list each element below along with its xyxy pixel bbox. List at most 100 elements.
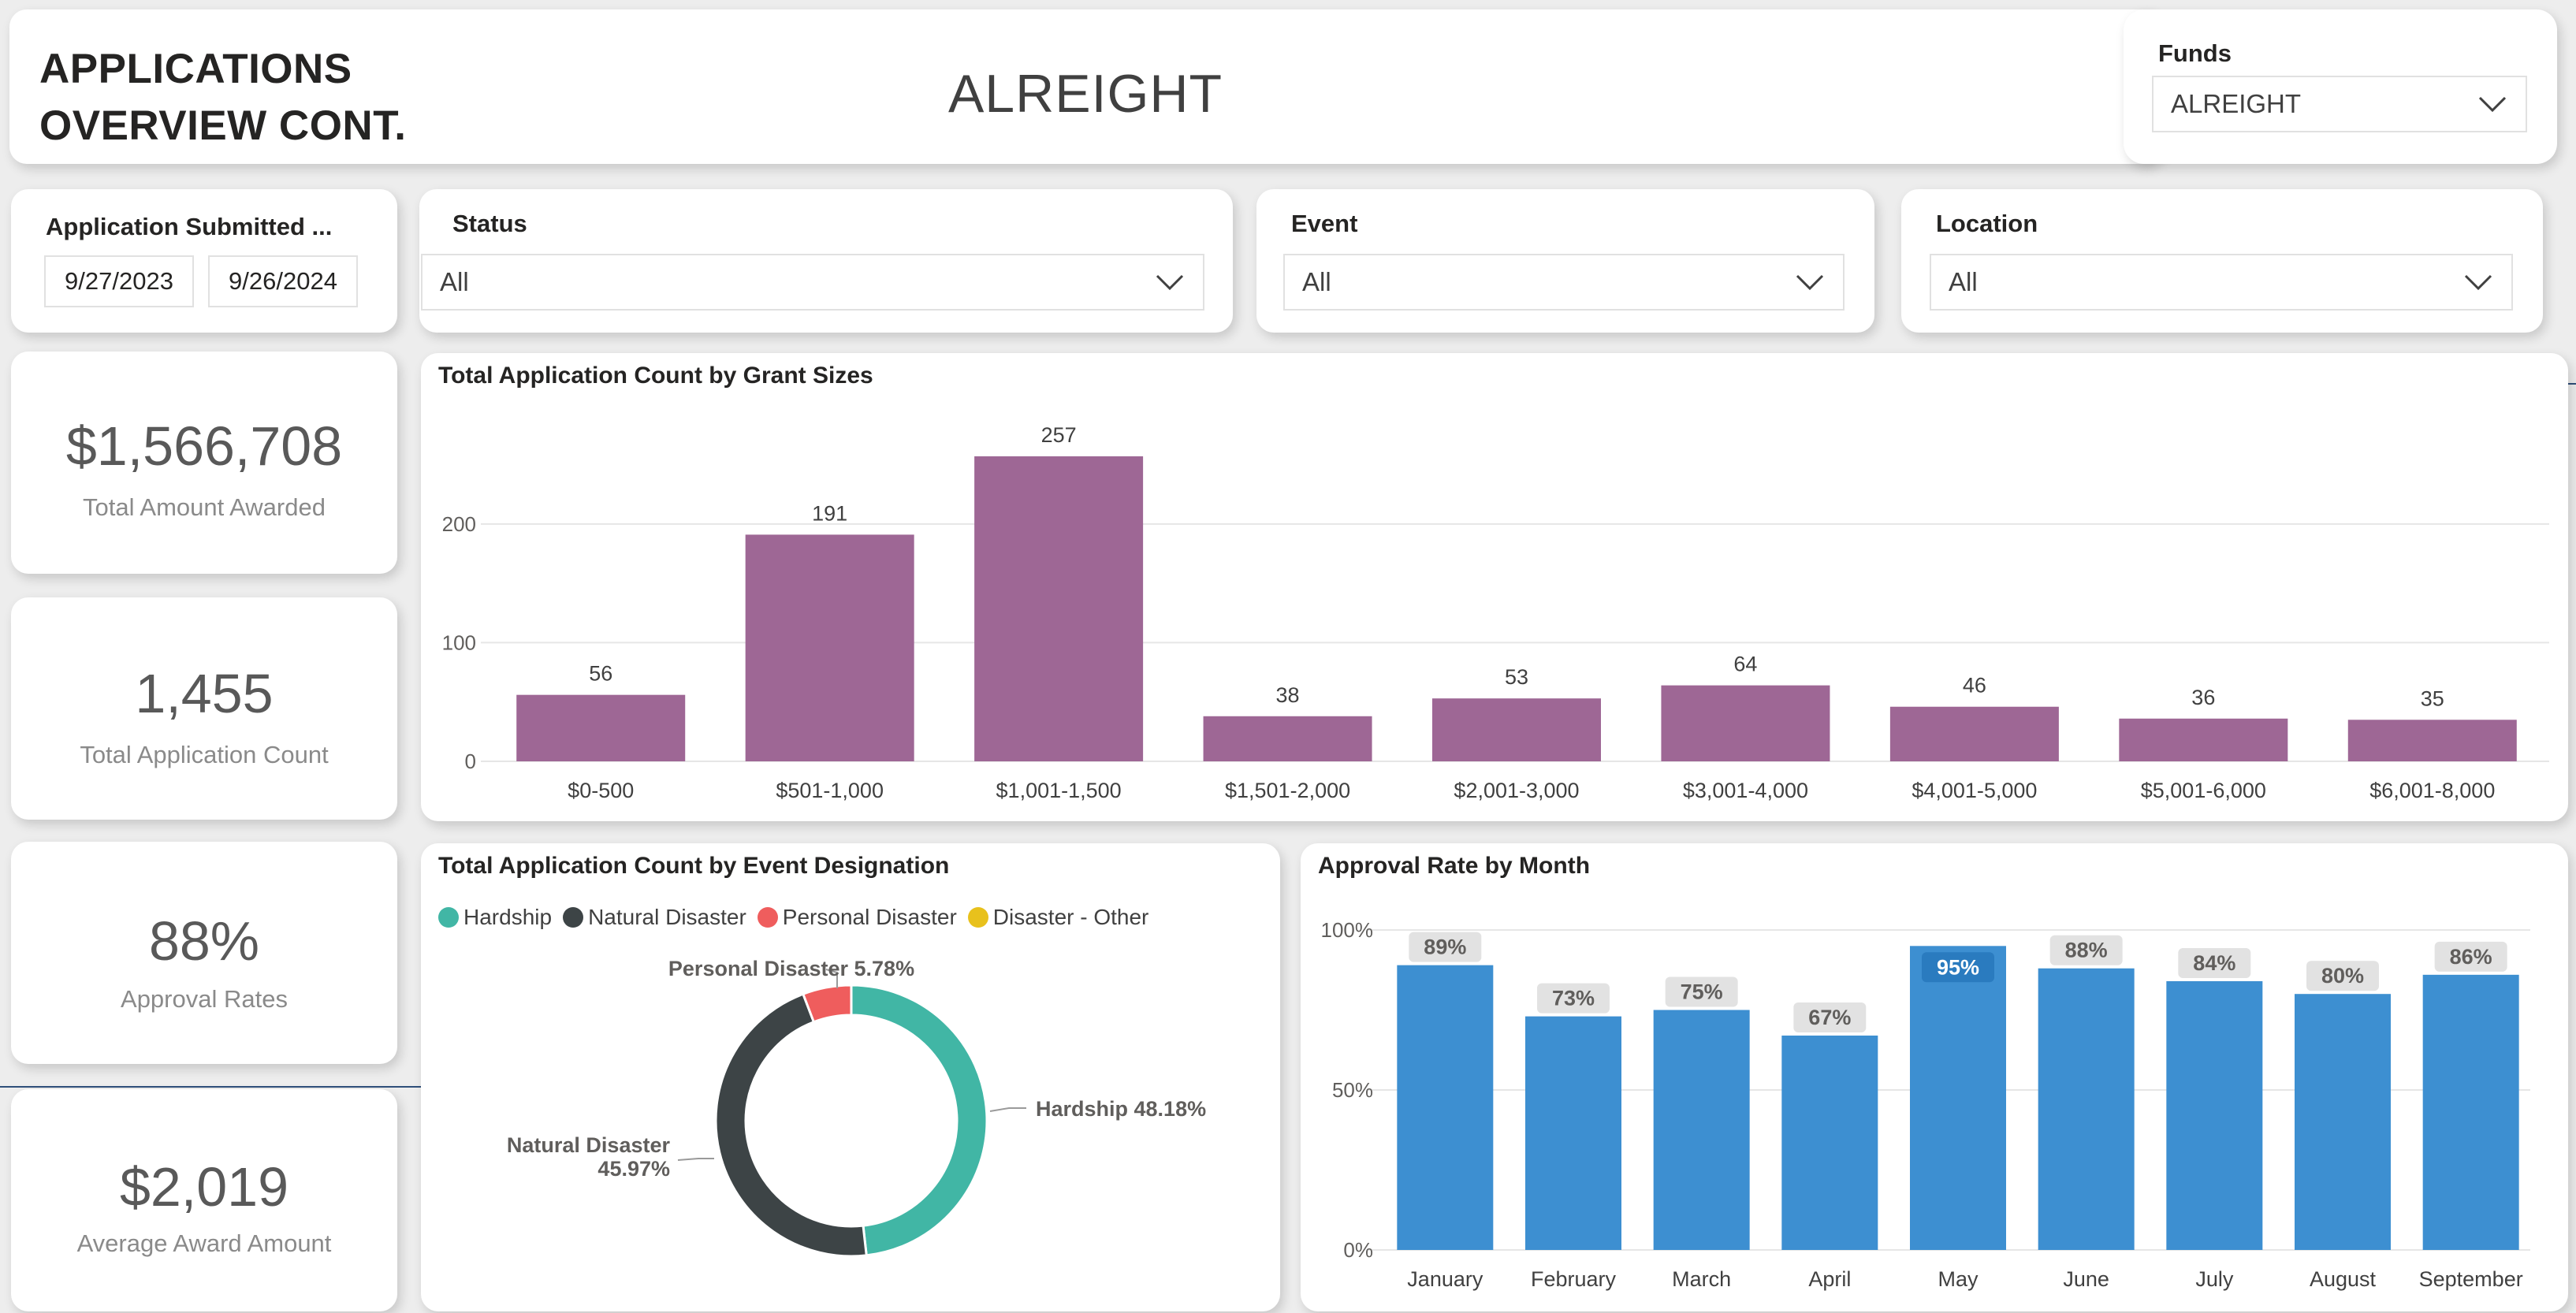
kpi-value: 88%	[148, 910, 260, 972]
bar[interactable]	[2038, 968, 2135, 1250]
data-label: 64	[1733, 653, 1757, 676]
kpi-approval-rate: 88% Approval Rates	[11, 842, 397, 1064]
bar[interactable]	[2295, 994, 2391, 1250]
donut-slice[interactable]	[714, 992, 868, 1258]
bar[interactable]	[974, 456, 1144, 761]
event-designation-donut-chart: Hardship 48.18% Natural Disaster45.97% Per…	[507, 957, 1206, 1258]
kpi-label: Approval Rates	[121, 985, 288, 1013]
bar[interactable]	[1432, 698, 1601, 761]
leader-line	[989, 1107, 1026, 1112]
funds-slicer-title: Funds	[2158, 39, 2232, 67]
bar[interactable]	[1781, 1035, 1878, 1250]
grant-size-bar-chart: 0 100 200 56 $0-500 191 $501-1,000 257 $1,001-1,…	[442, 423, 2549, 802]
data-label: 73%	[1552, 987, 1595, 1010]
x-tick-label: $4,001-5,000	[1912, 779, 2037, 802]
data-label: 86%	[2450, 945, 2492, 969]
x-tick-label: April	[1808, 1267, 1851, 1291]
slice-label: Personal Disaster 5.78%	[668, 957, 914, 980]
kpi-label: Total Amount Awarded	[83, 493, 326, 521]
y-tick-label: 0%	[1343, 1238, 1373, 1262]
data-label: 257	[1041, 423, 1077, 447]
fund-heading: ALREIGHT	[947, 64, 1223, 124]
bar[interactable]	[1910, 946, 2006, 1250]
event-dropdown[interactable]: All	[1283, 254, 1845, 311]
grant-size-chart-card: Total Application Count by Grant Sizes 0…	[421, 353, 2568, 821]
bar[interactable]	[2347, 720, 2517, 761]
bar[interactable]	[516, 694, 686, 761]
slice-label: 45.97%	[597, 1157, 670, 1181]
event-slicer: Event All	[1256, 189, 1874, 333]
event-designation-chart-card: Total Application Count by Event Designa…	[421, 843, 1280, 1311]
approval-rate-chart-card: Approval Rate by Month 0% 50% 100% 89% Janua…	[1301, 843, 2568, 1311]
slice-label: Natural Disaster	[507, 1133, 671, 1157]
x-tick-label: September	[2419, 1267, 2523, 1291]
y-tick-label: 200	[442, 512, 476, 536]
bar[interactable]	[1889, 706, 2059, 761]
y-tick-label: 50%	[1332, 1078, 1373, 1102]
data-label: 56	[589, 662, 612, 686]
data-label: 95%	[1937, 955, 1979, 979]
bar[interactable]	[1397, 965, 1494, 1250]
data-label: 75%	[1681, 980, 1723, 1004]
bar[interactable]	[2166, 980, 2263, 1250]
start-date-input[interactable]: 9/27/2023	[44, 255, 194, 307]
status-slicer: Status All	[419, 189, 1233, 333]
kpi-label: Total Application Count	[80, 741, 329, 768]
bar[interactable]	[1653, 1010, 1750, 1251]
bar[interactable]	[2119, 718, 2288, 761]
funds-slicer: Funds ALREIGHT	[2124, 9, 2557, 164]
bar[interactable]	[1661, 685, 1830, 761]
x-tick-label: $3,001-4,000	[1683, 779, 1808, 802]
location-dropdown[interactable]: All	[1930, 254, 2513, 311]
end-date-input[interactable]: 9/26/2024	[208, 255, 358, 307]
location-slicer: Location All	[1901, 189, 2543, 333]
data-label: 46	[1963, 674, 1986, 697]
location-slicer-title: Location	[1936, 210, 2038, 237]
x-tick-label: May	[1938, 1267, 1979, 1291]
bar[interactable]	[745, 534, 914, 761]
approval-rate-bar-chart: 0% 50% 100% 89% January 73% February 75% March 67…	[1321, 918, 2530, 1291]
kpi-total-count: 1,455 Total Application Count	[11, 597, 397, 820]
x-tick-label: August	[2310, 1267, 2377, 1291]
kpi-total-awarded: $1,566,708 Total Amount Awarded	[11, 351, 397, 574]
donut-slice[interactable]	[850, 984, 988, 1257]
data-label: 67%	[1808, 1006, 1851, 1029]
bar[interactable]	[1203, 716, 1372, 761]
leader-line	[677, 1158, 714, 1161]
status-dropdown-value: All	[440, 267, 469, 296]
location-dropdown-value: All	[1949, 267, 1978, 296]
data-label: 88%	[2065, 939, 2108, 962]
data-label: 38	[1276, 683, 1300, 707]
x-tick-label: $5,001-6,000	[2141, 779, 2266, 802]
status-slicer-title: Status	[452, 210, 527, 237]
date-slicer: Application Submitted ... 9/27/2023 9/26…	[11, 189, 397, 333]
x-tick-label: January	[1407, 1267, 1483, 1291]
event-dropdown-value: All	[1302, 267, 1331, 296]
kpi-label: Average Award Amount	[76, 1229, 332, 1257]
bar[interactable]	[1525, 1016, 1621, 1250]
x-tick-label: June	[2063, 1267, 2109, 1291]
data-label: 53	[1505, 665, 1528, 689]
data-label: 84%	[2193, 951, 2235, 975]
kpi-average-award: $2,019 Average Award Amount	[11, 1089, 397, 1311]
event-slicer-title: Event	[1291, 210, 1358, 237]
y-tick-label: 100	[442, 630, 476, 654]
chevron-down-icon	[1156, 274, 1184, 291]
status-dropdown[interactable]: All	[421, 254, 1204, 311]
y-tick-label: 0	[465, 749, 476, 773]
chevron-down-icon	[2464, 274, 2492, 291]
funds-dropdown[interactable]: ALREIGHT	[2152, 76, 2527, 132]
x-tick-label: $501-1,000	[776, 779, 884, 802]
x-tick-label: $0-500	[568, 779, 634, 802]
y-tick-label: 100%	[1321, 918, 1374, 942]
x-tick-label: February	[1531, 1267, 1617, 1291]
x-tick-label: $1,001-1,500	[996, 779, 1122, 802]
data-label: 80%	[2321, 964, 2364, 988]
x-tick-label: $1,501-2,000	[1225, 779, 1350, 802]
bar[interactable]	[2422, 974, 2519, 1250]
data-label: 36	[2191, 686, 2215, 709]
kpi-value: 1,455	[135, 663, 274, 724]
kpi-value: $2,019	[119, 1156, 289, 1218]
x-tick-label: March	[1672, 1267, 1731, 1291]
divider-line	[0, 1086, 487, 1088]
